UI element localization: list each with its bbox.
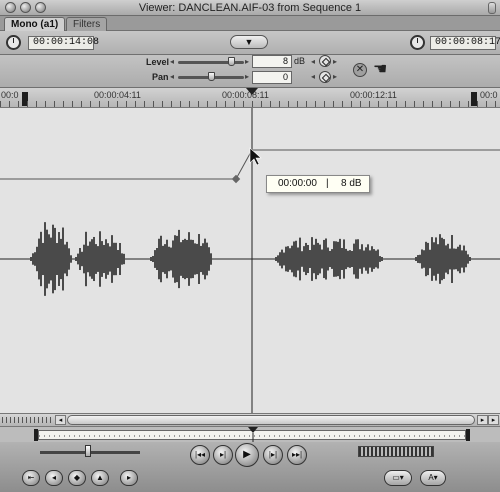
view-popup-button[interactable]: ▼: [230, 35, 268, 49]
scrubber-bar[interactable]: [0, 426, 500, 443]
generator-popup-icon[interactable]: A▾: [420, 470, 446, 486]
level-increase-arrow[interactable]: ▸: [245, 57, 249, 66]
drag-hand-icon[interactable]: ☚: [373, 59, 387, 79]
scroll-thumb[interactable]: [67, 415, 475, 425]
shuttle-slider-thumb[interactable]: [85, 445, 91, 457]
next-keyframe-arrow[interactable]: ▸: [333, 57, 337, 66]
scrubber-playhead-icon[interactable]: [248, 427, 258, 443]
level-keyframe-button[interactable]: [319, 55, 331, 67]
waveform-display[interactable]: 00:00:00 | 8 dB: [0, 108, 500, 413]
scrubber-out-marker[interactable]: [466, 429, 470, 441]
playhead-clock-icon: [410, 35, 425, 50]
scroll-right-button[interactable]: ▸: [477, 415, 488, 425]
timeline-ruler[interactable]: 00:0 00:00:04:11 00:00:08:11 00:00:12:11…: [0, 88, 500, 108]
tooltip-level: 8 dB: [341, 178, 362, 189]
pan-keyframe-button[interactable]: [319, 71, 331, 83]
pan-value-field[interactable]: 0: [252, 71, 292, 84]
pan-increase-arrow[interactable]: ▸: [245, 72, 249, 81]
scroll-left-button[interactable]: ◂: [55, 415, 66, 425]
level-unit: dB: [294, 56, 306, 66]
toolbar-toggle-button[interactable]: [488, 2, 496, 14]
play-in-to-out-icon[interactable]: ▸|: [213, 445, 233, 465]
mark-out-icon[interactable]: ▸: [120, 470, 138, 486]
zoom-control[interactable]: [2, 417, 52, 423]
add-keyframe-icon[interactable]: ◆: [68, 470, 86, 486]
pan-prev-keyframe-arrow[interactable]: ◂: [311, 72, 315, 81]
ruler-label-4-11: 00:00:04:11: [94, 90, 141, 100]
pan-label: Pan: [152, 72, 169, 82]
ruler-ticks: [0, 101, 500, 107]
recent-clips-popup-icon[interactable]: ▭▾: [384, 470, 412, 486]
playhead-marker-icon[interactable]: [246, 88, 258, 96]
pan-next-keyframe-arrow[interactable]: ▸: [333, 72, 337, 81]
timecode-bar: 00:00:14:08 ▼ 00:00:08:17: [0, 31, 500, 55]
mark-in-icon[interactable]: ◂: [45, 470, 63, 486]
window-title: Viewer: DANCLEAN.AIF-03 from Sequence 1: [138, 2, 362, 14]
tooltip-separator: |: [326, 178, 329, 189]
pan-slider-thumb[interactable]: [208, 72, 215, 81]
horizontal-scrollbar[interactable]: ◂ ▸ ▸: [0, 413, 500, 426]
transport-controls: |◂◂ ▸| ▶ |▸| ▸▸| ⇤ ◂ ◆ ▲ ▸ ▭▾ A▾: [0, 442, 500, 492]
keyframe-tooltip: 00:00:00 | 8 dB: [266, 175, 370, 193]
pan-decrease-arrow[interactable]: ◂: [170, 72, 174, 81]
level-pan-controls: Level ◂ ▸ 8 dB ◂ ▸ Pan ◂ ▸ 0 ◂ ▸ ✕ ☚: [0, 55, 500, 88]
current-timecode-field[interactable]: 00:00:08:17: [430, 36, 500, 50]
tab-mono-a1[interactable]: Mono (a1): [4, 17, 66, 31]
level-slider-thumb[interactable]: [227, 57, 235, 66]
level-value-field[interactable]: 8: [252, 55, 292, 68]
play-icon[interactable]: ▶: [235, 443, 259, 467]
level-decrease-arrow[interactable]: ◂: [170, 57, 174, 66]
reset-x-icon[interactable]: ✕: [353, 63, 367, 77]
duration-clock-icon: [6, 35, 21, 50]
waveform-svg[interactable]: [0, 108, 500, 413]
go-to-next-edit-icon[interactable]: ▸▸|: [287, 445, 307, 465]
title-bar: Viewer: DANCLEAN.AIF-03 from Sequence 1: [0, 0, 500, 16]
tooltip-time: 00:00:00: [278, 178, 317, 189]
match-frame-icon[interactable]: ⇤: [22, 470, 40, 486]
go-to-previous-edit-icon[interactable]: |◂◂: [190, 445, 210, 465]
scroll-end-button[interactable]: ▸: [488, 415, 499, 425]
level-keyframe-point[interactable]: [231, 174, 241, 184]
tab-filters[interactable]: Filters: [66, 17, 108, 31]
play-around-current-icon[interactable]: |▸|: [263, 445, 283, 465]
duration-timecode-field[interactable]: 00:00:14:08: [28, 36, 99, 50]
level-label: Level: [146, 57, 170, 67]
tab-bar: Mono (a1) Filters: [0, 16, 500, 31]
ruler-label-end: 00:0: [480, 90, 498, 100]
prev-keyframe-arrow[interactable]: ◂: [311, 57, 315, 66]
add-marker-icon[interactable]: ▲: [91, 470, 109, 486]
ruler-label-12-11: 00:00:12:11: [350, 90, 397, 100]
jog-control[interactable]: [358, 446, 434, 457]
ruler-label-start: 00:0: [1, 90, 19, 100]
